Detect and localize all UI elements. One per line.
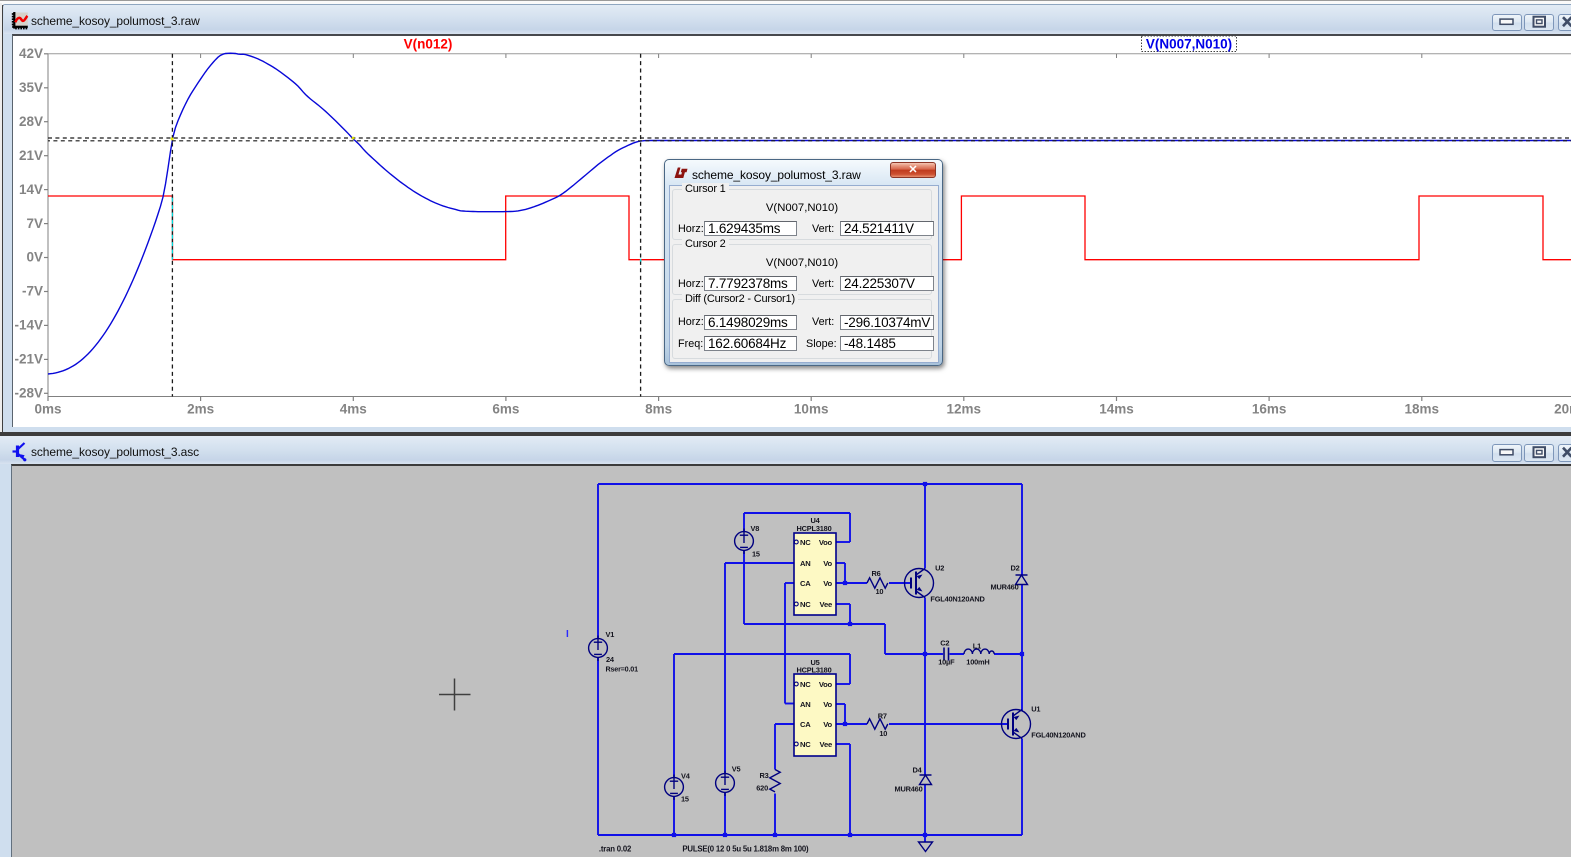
svg-text:0V: 0V	[26, 250, 43, 265]
svg-text:15: 15	[681, 795, 689, 804]
svg-text:20ms: 20ms	[1554, 402, 1571, 417]
svg-text:MUR460: MUR460	[991, 582, 1019, 591]
svg-text:18ms: 18ms	[1405, 402, 1440, 417]
svg-text:Voo: Voo	[819, 680, 833, 689]
svg-text:2ms: 2ms	[187, 402, 214, 417]
svg-text:AN: AN	[800, 700, 811, 709]
svg-text:Vo: Vo	[823, 579, 832, 588]
svg-text:CA: CA	[800, 579, 811, 588]
svg-text:V4: V4	[681, 772, 691, 781]
svg-text:V(n012): V(n012)	[404, 37, 453, 52]
svg-text:R6: R6	[872, 569, 881, 578]
svg-text:28V: 28V	[19, 114, 43, 129]
svg-text:10: 10	[879, 729, 887, 738]
svg-text:U2: U2	[935, 563, 944, 572]
svg-text:8ms: 8ms	[645, 402, 672, 417]
svg-text:PULSE(0 12 0 5u 5u 1.818m 8m 1: PULSE(0 12 0 5u 5u 1.818m 8m 100)	[682, 845, 809, 854]
svg-text:10µF: 10µF	[938, 657, 955, 666]
svg-text:CA: CA	[800, 720, 811, 729]
svg-text:FGL40N120AND: FGL40N120AND	[1031, 731, 1086, 740]
svg-text:12ms: 12ms	[947, 402, 982, 417]
svg-text:4ms: 4ms	[340, 402, 367, 417]
svg-text:-21V: -21V	[14, 352, 43, 367]
svg-text:C2: C2	[940, 639, 949, 648]
svg-text:Vo: Vo	[823, 700, 832, 709]
svg-text:V5: V5	[732, 765, 741, 774]
svg-text:D4: D4	[912, 766, 922, 775]
svg-text:-28V: -28V	[14, 386, 43, 401]
svg-text:HCPL3180: HCPL3180	[797, 666, 832, 675]
svg-text:0ms: 0ms	[34, 402, 61, 417]
svg-text:100mH: 100mH	[966, 657, 989, 666]
svg-text:R7: R7	[878, 712, 887, 721]
svg-text:V8: V8	[751, 524, 760, 533]
svg-text:L1: L1	[973, 642, 981, 651]
svg-text:HCPL3180: HCPL3180	[797, 524, 832, 533]
svg-text:V(N007,N010): V(N007,N010)	[1146, 37, 1232, 52]
svg-text:V1: V1	[606, 630, 615, 639]
svg-text:Voo: Voo	[819, 538, 833, 547]
svg-text:NC: NC	[800, 600, 811, 609]
svg-text:14ms: 14ms	[1099, 402, 1134, 417]
svg-text:.tran 0.02: .tran 0.02	[599, 845, 632, 854]
svg-text:U1: U1	[1031, 705, 1040, 714]
svg-text:10: 10	[876, 587, 884, 596]
svg-text:21V: 21V	[19, 148, 43, 163]
svg-text:D2: D2	[1010, 563, 1019, 572]
svg-text:MUR460: MUR460	[895, 785, 923, 794]
svg-text:AN: AN	[800, 559, 811, 568]
svg-text:42V: 42V	[19, 46, 43, 61]
svg-text:35V: 35V	[19, 80, 43, 95]
svg-text:6ms: 6ms	[492, 402, 519, 417]
svg-text:I: I	[566, 629, 569, 640]
svg-text:-7V: -7V	[22, 284, 43, 299]
svg-text:620: 620	[756, 784, 768, 793]
svg-text:R3: R3	[759, 771, 768, 780]
svg-text:-14V: -14V	[14, 318, 43, 333]
svg-text:15: 15	[752, 550, 760, 559]
svg-text:NC: NC	[800, 538, 811, 547]
svg-text:Vo: Vo	[823, 559, 832, 568]
svg-text:NC: NC	[800, 680, 811, 689]
svg-text:Rser=0.01: Rser=0.01	[606, 665, 639, 674]
svg-text:Vo: Vo	[823, 720, 832, 729]
svg-text:NC: NC	[800, 740, 811, 749]
svg-text:FGL40N120AND: FGL40N120AND	[930, 595, 985, 604]
svg-text:24: 24	[606, 655, 615, 664]
svg-text:10ms: 10ms	[794, 402, 829, 417]
svg-text:14V: 14V	[19, 182, 43, 197]
svg-text:16ms: 16ms	[1252, 402, 1287, 417]
svg-text:Vee: Vee	[820, 740, 833, 749]
svg-text:7V: 7V	[26, 216, 43, 231]
svg-text:Vee: Vee	[820, 600, 833, 609]
